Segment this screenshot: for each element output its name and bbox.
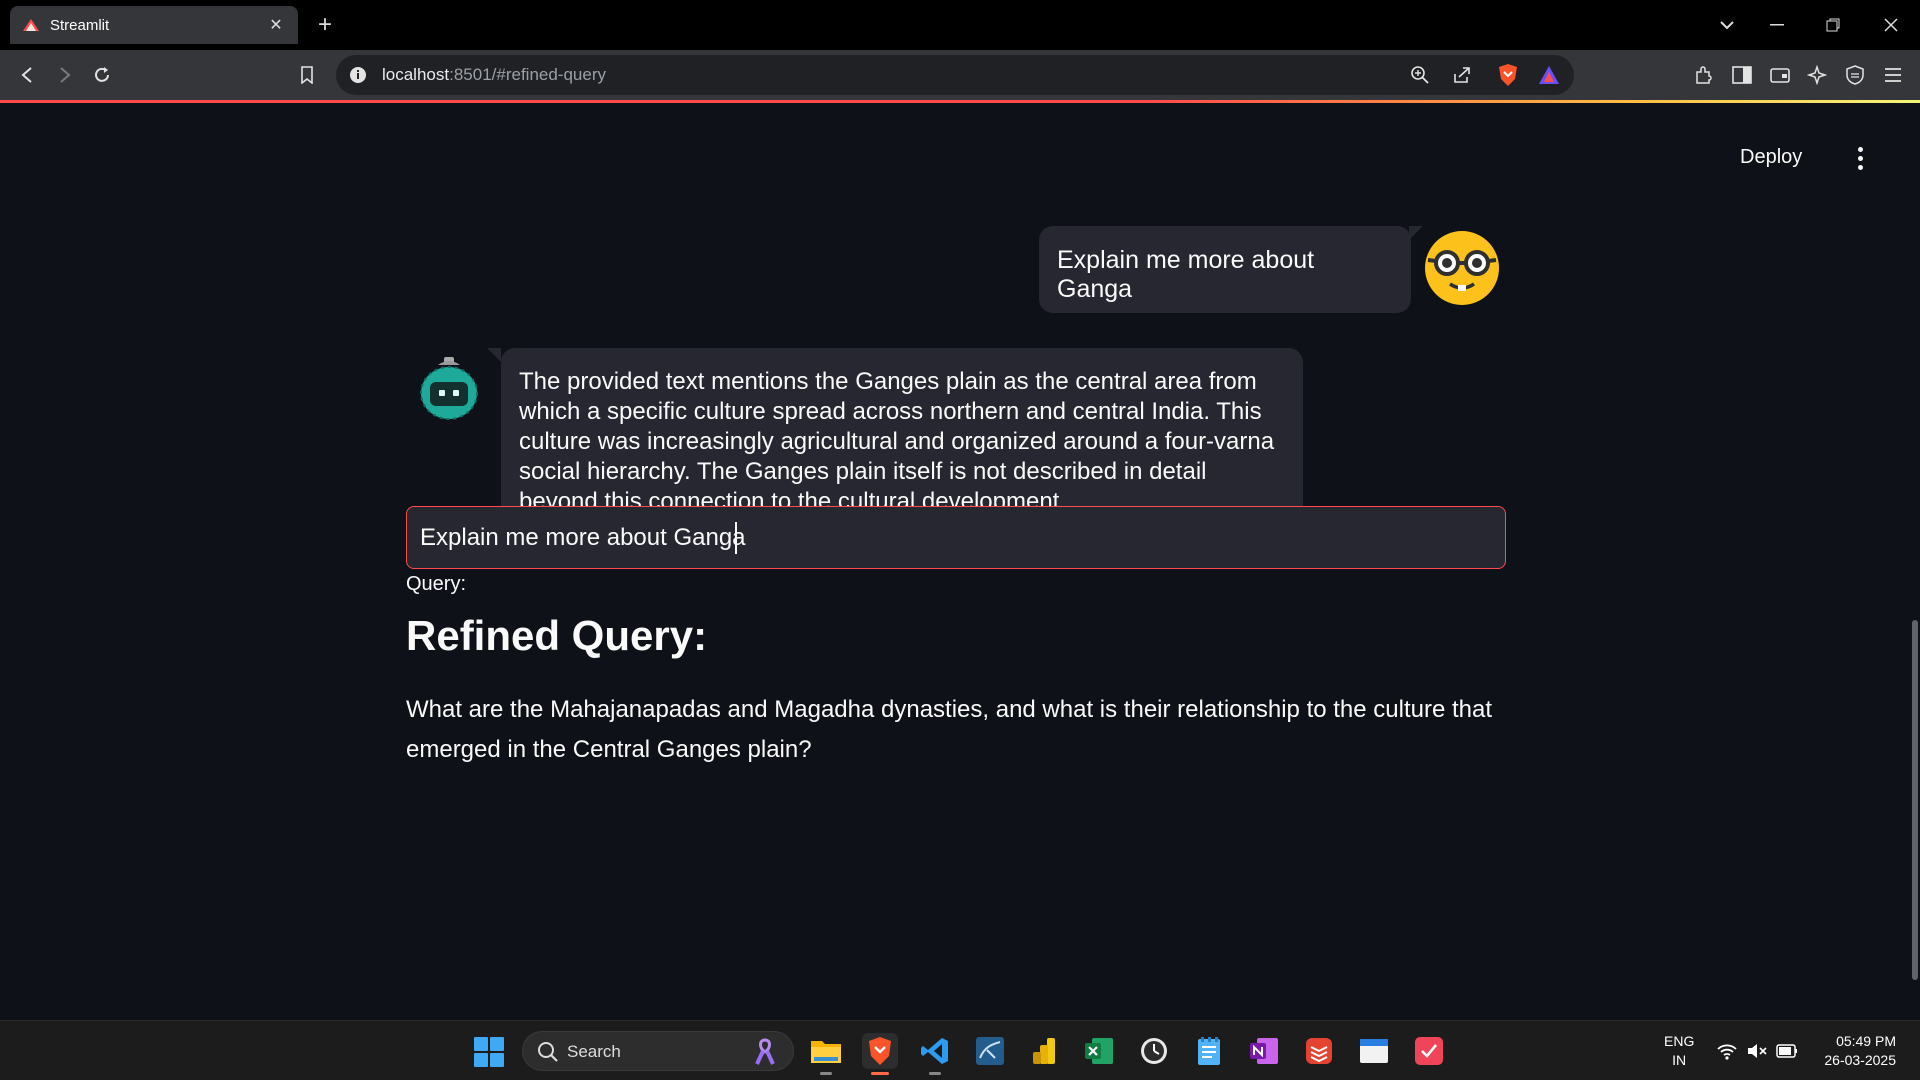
notepad-icon[interactable] bbox=[1191, 1033, 1227, 1069]
taskbar-search-label: Search bbox=[567, 1042, 621, 1061]
wallet-icon[interactable] bbox=[1767, 62, 1793, 88]
tab-search-chevron-icon[interactable] bbox=[1712, 10, 1742, 40]
query-input[interactable] bbox=[406, 506, 1506, 569]
search-icon bbox=[537, 1041, 559, 1063]
zoom-icon[interactable] bbox=[1408, 64, 1432, 86]
onenote-icon[interactable] bbox=[1246, 1033, 1282, 1069]
refined-query-heading: Refined Query: bbox=[406, 612, 708, 659]
tab-close-icon[interactable]: ✕ bbox=[266, 15, 286, 35]
forward-icon[interactable] bbox=[52, 62, 78, 88]
file-explorer-icon[interactable] bbox=[808, 1033, 844, 1075]
refined-query-text: What are the Mahajanapadas and Magadha d… bbox=[406, 696, 1493, 763]
browser-tab[interactable]: Streamlit ✕ bbox=[10, 6, 298, 44]
reload-icon[interactable] bbox=[89, 62, 115, 88]
assistant-avatar-robot-icon bbox=[418, 355, 480, 421]
main-menu-icon[interactable] bbox=[1850, 143, 1870, 173]
clock-app-icon[interactable] bbox=[1136, 1033, 1172, 1069]
brave-shields-icon[interactable] bbox=[1496, 64, 1520, 86]
brave-browser-icon[interactable] bbox=[862, 1033, 898, 1075]
scrollbar-thumb[interactable] bbox=[1912, 620, 1918, 980]
battery-icon[interactable] bbox=[1776, 1041, 1798, 1061]
close-window-icon[interactable] bbox=[1876, 10, 1906, 40]
excel-icon[interactable] bbox=[1081, 1033, 1117, 1069]
power-bi-icon[interactable] bbox=[1026, 1033, 1062, 1069]
leo-ai-icon[interactable] bbox=[1804, 62, 1830, 88]
vpn-icon[interactable] bbox=[1842, 62, 1868, 88]
text-caret bbox=[735, 522, 737, 554]
share-icon[interactable] bbox=[1450, 64, 1474, 86]
calendar-app-icon[interactable] bbox=[1356, 1033, 1392, 1069]
user-message-text: Explain me more about Ganga bbox=[1057, 246, 1315, 303]
sidebar-toggle-icon[interactable] bbox=[1729, 62, 1755, 88]
deploy-button[interactable]: Deploy bbox=[1740, 146, 1802, 169]
user-avatar-nerd-face-icon bbox=[1424, 230, 1500, 306]
site-info-icon[interactable] bbox=[348, 65, 368, 85]
bookmark-icon[interactable] bbox=[294, 62, 320, 88]
brave-rewards-icon[interactable] bbox=[1537, 64, 1561, 86]
assistant-message-text: The provided text mentions the Ganges pl… bbox=[519, 368, 1275, 515]
assistant-chat-message: The provided text mentions the Ganges pl… bbox=[487, 348, 1303, 532]
streamlit-favicon-icon bbox=[22, 16, 40, 34]
windows-start-icon[interactable] bbox=[474, 1037, 504, 1067]
taskbar-search[interactable]: Search bbox=[522, 1031, 794, 1071]
wifi-icon[interactable] bbox=[1716, 1041, 1738, 1061]
system-clock[interactable]: 05:49 PM 26-03-2025 bbox=[1810, 1032, 1896, 1070]
user-chat-message: Explain me more about Ganga bbox=[1039, 226, 1423, 313]
menu-icon[interactable] bbox=[1880, 62, 1906, 88]
input-language-indicator[interactable]: ENG IN bbox=[1664, 1032, 1694, 1070]
todoist-icon[interactable] bbox=[1301, 1033, 1337, 1069]
url-text[interactable]: localhost:8501/#refined-query bbox=[382, 65, 606, 85]
minimize-icon[interactable] bbox=[1762, 10, 1792, 40]
back-icon[interactable] bbox=[14, 62, 40, 88]
awareness-ribbon-icon bbox=[751, 1038, 779, 1066]
browser-tab-strip: Streamlit ✕ + bbox=[0, 0, 1920, 50]
restore-icon[interactable] bbox=[1818, 10, 1848, 40]
mysql-workbench-icon[interactable] bbox=[972, 1033, 1008, 1069]
tab-title: Streamlit bbox=[50, 16, 110, 34]
new-tab-button[interactable]: + bbox=[312, 12, 338, 38]
extensions-icon[interactable] bbox=[1691, 62, 1717, 88]
screen-snip-icon[interactable] bbox=[1411, 1033, 1447, 1069]
windows-taskbar: Search ENG IN 05:49 PM 26-03-2025 bbox=[0, 1020, 1920, 1080]
volume-muted-icon[interactable] bbox=[1746, 1041, 1768, 1061]
query-label: Query: bbox=[406, 573, 467, 595]
vscode-icon[interactable] bbox=[917, 1033, 953, 1075]
address-bar[interactable]: localhost:8501/#refined-query bbox=[336, 55, 1574, 95]
